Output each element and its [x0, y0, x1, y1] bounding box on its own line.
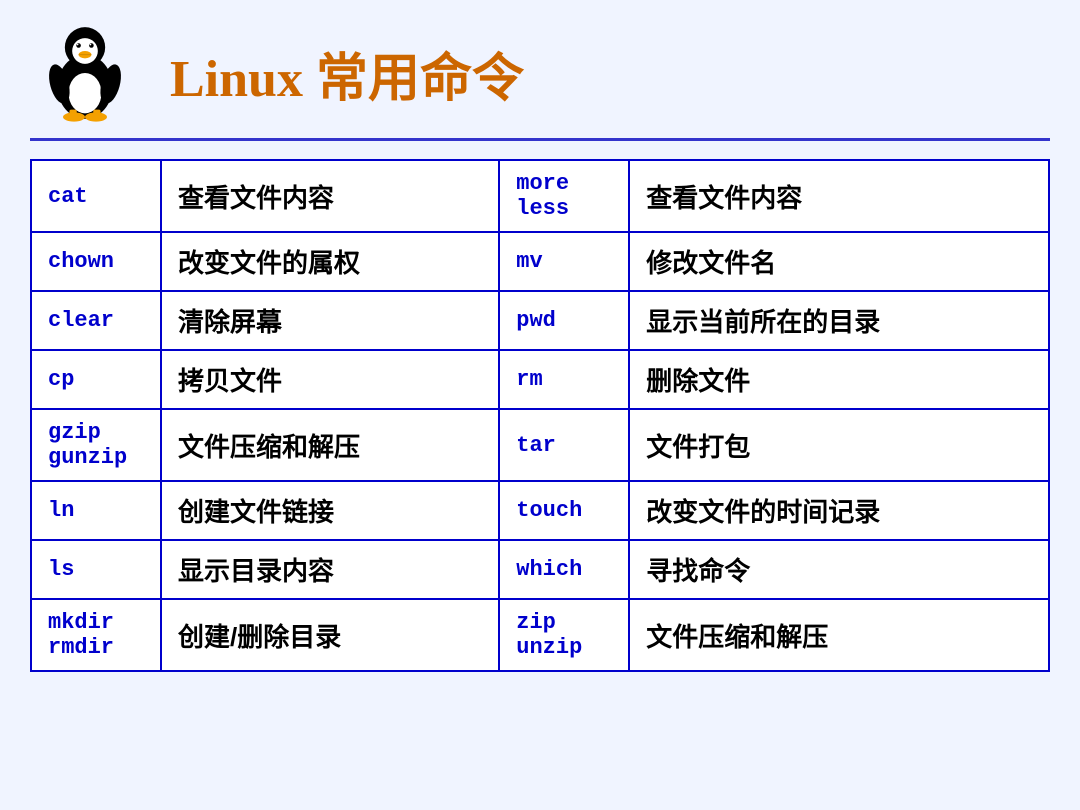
command-cell: mv	[499, 232, 629, 291]
command-cell: chown	[31, 232, 161, 291]
command-cell: cat	[31, 160, 161, 232]
header-divider	[30, 138, 1050, 141]
description-cell: 显示目录内容	[161, 540, 499, 599]
table-row: mkdir rmdir创建/删除目录zip unzip文件压缩和解压	[31, 599, 1049, 671]
command-cell: cp	[31, 350, 161, 409]
command-cell: pwd	[499, 291, 629, 350]
command-cell: ln	[31, 481, 161, 540]
table-row: cat查看文件内容more less查看文件内容	[31, 160, 1049, 232]
command-cell: which	[499, 540, 629, 599]
description-cell: 创建/删除目录	[161, 599, 499, 671]
table-row: ln创建文件链接touch改变文件的时间记录	[31, 481, 1049, 540]
description-cell: 查看文件内容	[629, 160, 1049, 232]
description-cell: 文件压缩和解压	[161, 409, 499, 481]
page-title: Linux 常用命令	[170, 36, 524, 111]
description-cell: 寻找命令	[629, 540, 1049, 599]
description-cell: 拷贝文件	[161, 350, 499, 409]
table-row: ls显示目录内容which寻找命令	[31, 540, 1049, 599]
description-cell: 改变文件的时间记录	[629, 481, 1049, 540]
header: Linux 常用命令	[0, 0, 1080, 138]
commands-table: cat查看文件内容more less查看文件内容chown改变文件的属权mv修改…	[30, 159, 1050, 672]
description-cell: 创建文件链接	[161, 481, 499, 540]
table-row: clear清除屏幕pwd显示当前所在的目录	[31, 291, 1049, 350]
command-cell: clear	[31, 291, 161, 350]
description-cell: 改变文件的属权	[161, 232, 499, 291]
command-cell: ls	[31, 540, 161, 599]
command-cell: mkdir rmdir	[31, 599, 161, 671]
commands-table-container: cat查看文件内容more less查看文件内容chown改变文件的属权mv修改…	[0, 159, 1080, 810]
description-cell: 清除屏幕	[161, 291, 499, 350]
command-cell: zip unzip	[499, 599, 629, 671]
description-cell: 显示当前所在的目录	[629, 291, 1049, 350]
description-cell: 删除文件	[629, 350, 1049, 409]
command-cell: gzip gunzip	[31, 409, 161, 481]
description-cell: 修改文件名	[629, 232, 1049, 291]
table-row: gzip gunzip文件压缩和解压tar文件打包	[31, 409, 1049, 481]
description-cell: 文件打包	[629, 409, 1049, 481]
table-row: chown改变文件的属权mv修改文件名	[31, 232, 1049, 291]
description-cell: 文件压缩和解压	[629, 599, 1049, 671]
table-row: cp拷贝文件rm删除文件	[31, 350, 1049, 409]
command-cell: more less	[499, 160, 629, 232]
description-cell: 查看文件内容	[161, 160, 499, 232]
command-cell: touch	[499, 481, 629, 540]
command-cell: tar	[499, 409, 629, 481]
tux-logo	[30, 18, 140, 128]
command-cell: rm	[499, 350, 629, 409]
